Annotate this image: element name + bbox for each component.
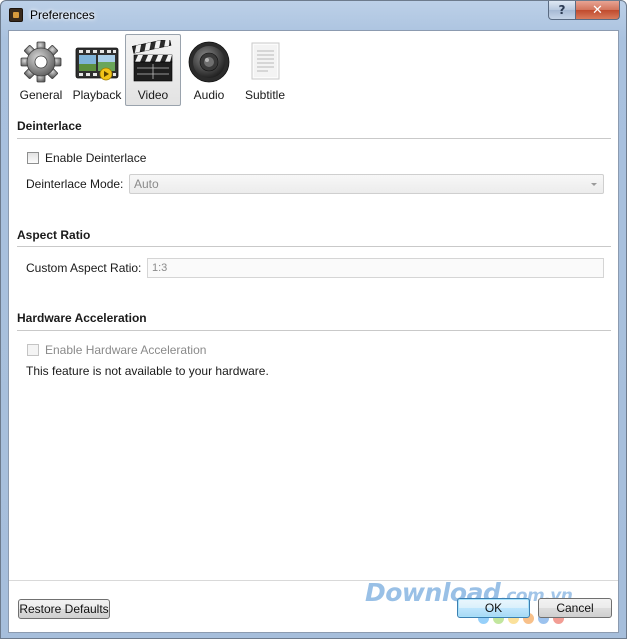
- film-strip-icon: [75, 47, 119, 81]
- title-bar[interactable]: Preferences ? ✕: [1, 1, 626, 29]
- preferences-toolbar: General Playback Video Audio Subtitle: [9, 31, 618, 109]
- deinterlace-divider: [17, 138, 611, 139]
- cancel-button[interactable]: Cancel: [538, 598, 612, 618]
- deinterlace-section-title: Deinterlace: [17, 119, 82, 133]
- aspect-ratio-divider: [17, 246, 611, 247]
- document-icon: [251, 42, 280, 80]
- custom-aspect-ratio-label: Custom Aspect Ratio:: [26, 261, 142, 275]
- close-button[interactable]: ✕: [576, 1, 620, 20]
- hardware-section-title: Hardware Acceleration: [17, 311, 147, 325]
- tab-general[interactable]: General: [13, 34, 69, 106]
- preferences-window: Preferences ? ✕ General Playback Video A…: [0, 0, 627, 639]
- restore-defaults-button[interactable]: Restore Defaults: [18, 599, 110, 619]
- tab-video[interactable]: Video: [125, 34, 181, 106]
- window-title: Preferences: [30, 8, 95, 22]
- deinterlace-mode-select[interactable]: Auto: [129, 174, 604, 194]
- dialog-content: General Playback Video Audio Subtitle De…: [8, 30, 619, 633]
- tab-audio-label: Audio: [193, 88, 225, 102]
- deinterlace-mode-label: Deinterlace Mode:: [26, 177, 124, 191]
- custom-aspect-ratio-placeholder: 1:3: [152, 262, 168, 274]
- enable-deinterlace-label: Enable Deinterlace: [45, 151, 147, 165]
- ok-button[interactable]: OK: [457, 598, 530, 618]
- chevron-down-icon: [591, 183, 597, 186]
- enable-deinterlace-checkbox[interactable]: [27, 152, 39, 164]
- hardware-unavailable-note: This feature is not available to your ha…: [26, 364, 269, 378]
- enable-hardware-row[interactable]: Enable Hardware Acceleration: [27, 343, 206, 357]
- gear-icon: [20, 41, 62, 83]
- tab-subtitle[interactable]: Subtitle: [237, 34, 293, 106]
- clapperboard-icon: [132, 40, 173, 82]
- tab-playback[interactable]: Playback: [69, 34, 125, 106]
- app-icon: [9, 8, 23, 22]
- enable-hardware-checkbox[interactable]: [27, 344, 39, 356]
- tab-video-label: Video: [137, 88, 169, 102]
- help-button[interactable]: ?: [548, 1, 576, 20]
- deinterlace-mode-value: Auto: [134, 177, 159, 191]
- hardware-divider: [17, 330, 611, 331]
- enable-deinterlace-row[interactable]: Enable Deinterlace: [27, 151, 146, 165]
- custom-aspect-ratio-input[interactable]: 1:3: [147, 258, 604, 278]
- tab-general-label: General: [19, 88, 63, 102]
- caption-buttons: ? ✕: [548, 1, 620, 20]
- tab-playback-label: Playback: [72, 88, 122, 102]
- speaker-icon: [188, 41, 230, 83]
- enable-hardware-label: Enable Hardware Acceleration: [45, 343, 207, 357]
- tab-audio[interactable]: Audio: [181, 34, 237, 106]
- tab-subtitle-label: Subtitle: [244, 88, 286, 102]
- aspect-ratio-section-title: Aspect Ratio: [17, 228, 91, 242]
